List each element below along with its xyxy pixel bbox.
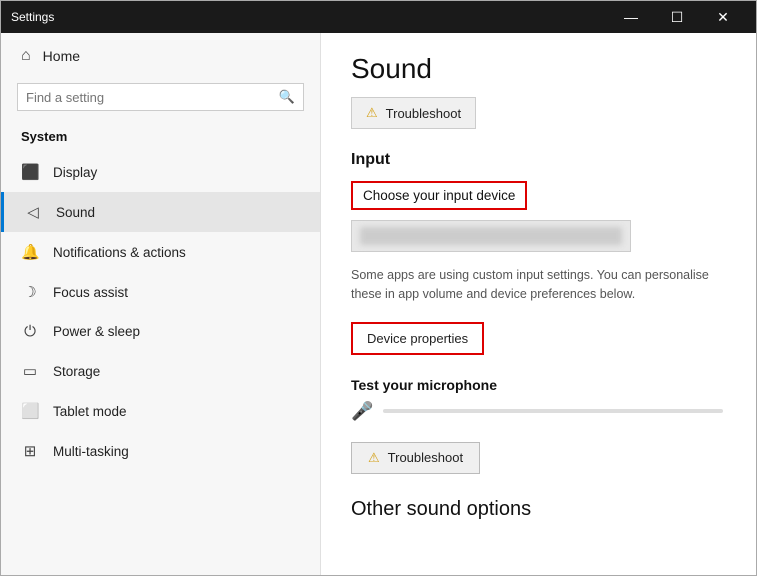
other-sound-title: Other sound options — [351, 498, 726, 521]
sidebar-item-focus[interactable]: ☽ Focus assist — [1, 272, 320, 312]
sidebar-item-sound[interactable]: ◁ Sound — [1, 192, 320, 232]
sidebar-item-tablet[interactable]: ⬜ Tablet mode — [1, 391, 320, 431]
sidebar-items: ⬛ Display ◁ Sound 🔔 Notifications & acti… — [1, 152, 320, 575]
sidebar-item-label: Storage — [53, 364, 100, 379]
power-icon: ⏻ — [21, 323, 39, 340]
title-bar: Settings — ☐ ✕ — [1, 1, 756, 33]
mic-level-bar — [383, 409, 723, 413]
custom-input-text: Some apps are using custom input setting… — [351, 266, 726, 304]
troubleshoot-top-label: Troubleshoot — [386, 106, 461, 121]
minimize-button[interactable]: — — [608, 1, 654, 33]
notifications-icon: 🔔 — [21, 243, 39, 261]
mic-bar-row: 🎤 — [351, 401, 726, 422]
settings-window: Settings — ☐ ✕ ⌂ Home 🔍 System ⬛ Display — [0, 0, 757, 576]
main-content: Sound ⚠ Troubleshoot Input Choose your i… — [321, 33, 756, 575]
test-mic-title: Test your microphone — [351, 377, 726, 393]
input-section-title: Input — [351, 151, 726, 169]
warn-icon-bottom: ⚠ — [368, 450, 380, 466]
sidebar-item-label: Display — [53, 165, 97, 180]
device-properties-button[interactable]: Device properties — [351, 322, 484, 355]
sidebar-item-label: Tablet mode — [53, 404, 127, 419]
sidebar-item-multitasking[interactable]: ⊞ Multi-tasking — [1, 431, 320, 471]
sidebar-item-storage[interactable]: ▭ Storage — [1, 351, 320, 391]
sidebar-item-notifications[interactable]: 🔔 Notifications & actions — [1, 232, 320, 272]
maximize-button[interactable]: ☐ — [654, 1, 700, 33]
sidebar-item-label: Multi-tasking — [53, 444, 129, 459]
sidebar-item-label: Sound — [56, 205, 95, 220]
page-title: Sound — [351, 53, 726, 85]
multitasking-icon: ⊞ — [21, 442, 39, 460]
window-title: Settings — [11, 10, 54, 24]
display-icon: ⬛ — [21, 163, 39, 181]
close-button[interactable]: ✕ — [700, 1, 746, 33]
search-input[interactable] — [26, 90, 273, 105]
sidebar-item-display[interactable]: ⬛ Display — [1, 152, 320, 192]
focus-icon: ☽ — [21, 283, 39, 301]
input-device-dropdown[interactable] — [351, 220, 631, 252]
sidebar-home-label: Home — [43, 48, 80, 64]
sidebar-item-label: Notifications & actions — [53, 245, 186, 260]
search-icon: 🔍 — [279, 89, 295, 105]
sidebar: ⌂ Home 🔍 System ⬛ Display ◁ Sound 🔔 — [1, 33, 321, 575]
warn-icon-top: ⚠ — [366, 105, 378, 121]
microphone-icon: 🎤 — [351, 401, 373, 422]
search-box[interactable]: 🔍 — [17, 83, 304, 111]
tablet-icon: ⬜ — [21, 402, 39, 420]
device-properties-label: Device properties — [367, 331, 468, 346]
troubleshoot-bottom-button[interactable]: ⚠ Troubleshoot — [351, 442, 480, 474]
sound-icon: ◁ — [24, 203, 42, 221]
storage-icon: ▭ — [21, 362, 39, 380]
troubleshoot-top-button[interactable]: ⚠ Troubleshoot — [351, 97, 476, 129]
sidebar-item-power[interactable]: ⏻ Power & sleep — [1, 312, 320, 351]
troubleshoot-bottom-label: Troubleshoot — [388, 450, 463, 465]
home-icon: ⌂ — [21, 47, 31, 65]
sidebar-item-label: Focus assist — [53, 285, 128, 300]
device-dropdown-value — [360, 227, 622, 245]
content-area: ⌂ Home 🔍 System ⬛ Display ◁ Sound 🔔 — [1, 33, 756, 575]
sidebar-home-item[interactable]: ⌂ Home — [1, 33, 320, 79]
sidebar-item-label: Power & sleep — [53, 324, 140, 339]
choose-device-label: Choose your input device — [351, 181, 527, 210]
window-controls: — ☐ ✕ — [608, 1, 746, 33]
sidebar-section-title: System — [1, 123, 320, 152]
